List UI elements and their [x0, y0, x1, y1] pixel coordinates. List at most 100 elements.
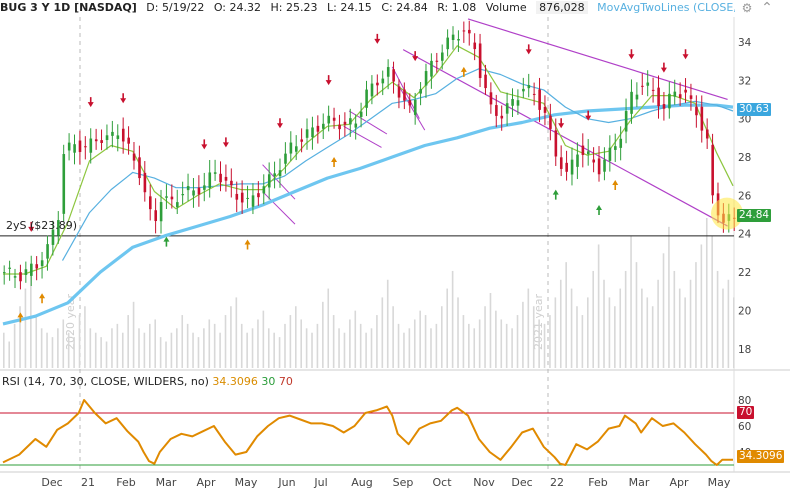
rsi-header[interactable]: RSI (14, 70, 30, CLOSE, WILDERS, no) 34.… [2, 375, 293, 389]
volume-bar [203, 328, 205, 368]
price-chart[interactable]: 2020 year2021 year1820222426283032344060… [0, 0, 790, 492]
ma-value-tag: 30.63 [737, 103, 772, 116]
volume-bar [527, 288, 530, 368]
x-axis-label: Nov [473, 476, 495, 489]
volume-bar [381, 297, 384, 368]
volume-bar [246, 332, 248, 368]
price-tick-label: 34 [738, 37, 752, 49]
candle-body [549, 115, 552, 129]
date-label: D: 5/19/22 [146, 1, 205, 14]
volume-bar [543, 323, 546, 368]
candle-body [181, 194, 185, 196]
volume-bar [689, 279, 692, 368]
volume-bar [538, 319, 540, 368]
range-label: R: 1.08 [437, 1, 477, 14]
price-value-tag: 24.84 [737, 209, 772, 222]
candle-body [538, 89, 541, 110]
candle-body [192, 190, 195, 196]
candle-body [257, 193, 260, 198]
volume-bar [316, 323, 319, 368]
candle-body [105, 135, 109, 140]
volume-bar [468, 323, 470, 368]
volume-bar [495, 310, 497, 368]
volume-label[interactable]: Volume [486, 1, 527, 14]
candle-body [597, 158, 601, 175]
x-axis-label: Oct [432, 476, 452, 489]
volume-bar [376, 315, 378, 368]
x-axis-label: May [708, 476, 731, 489]
volume-bar [332, 315, 335, 368]
volume-bar [224, 315, 227, 368]
volume-bar [500, 319, 503, 368]
candle-body [235, 193, 239, 200]
candle-body [646, 82, 650, 86]
volume-bar [657, 279, 659, 368]
symbol-label[interactable]: BUG 3 Y 1D [NASDAQ] [0, 1, 137, 14]
volume-bar [733, 297, 735, 368]
candle-body [641, 85, 644, 87]
volume-bar [684, 297, 686, 368]
candle-body [311, 127, 314, 138]
candle-body [430, 60, 433, 77]
volume-bar [262, 310, 265, 368]
candle-body [295, 146, 298, 152]
rsi-upper-tag: 70 [737, 406, 755, 419]
candle-body [446, 37, 450, 50]
candle-body [527, 85, 531, 89]
volume-bar [597, 244, 600, 368]
x-axis-label: Jun [277, 476, 295, 489]
x-axis-label: Aug [351, 476, 372, 489]
x-axis-label: Dec [41, 476, 62, 489]
volume-bar [678, 288, 681, 368]
candle-body [78, 140, 82, 153]
volume-bar [441, 306, 443, 368]
candle-body [451, 34, 455, 40]
volume-bar [89, 328, 92, 368]
volume-bar [354, 310, 357, 368]
candle-body [381, 78, 385, 84]
candle-body [408, 100, 412, 106]
settings-gear-icon[interactable]: ⚙ [740, 1, 754, 15]
candle-body [197, 187, 201, 195]
volume-bar [646, 297, 649, 368]
volume-bar [289, 315, 292, 368]
volume-bar [549, 315, 551, 368]
volume-bar [570, 288, 573, 368]
volume-bar [62, 319, 65, 368]
candle-body [365, 89, 368, 108]
volume-bar [565, 262, 567, 368]
candle-body [511, 99, 514, 106]
collapse-chevron-icon[interactable]: ⌃ [760, 1, 774, 15]
candle-body [289, 142, 293, 154]
x-axis-label: Feb [116, 476, 135, 489]
volume-bar [8, 341, 11, 368]
volume-bar [311, 332, 313, 368]
volume-bar [581, 315, 584, 368]
candle-body [230, 180, 233, 186]
ma-study-label[interactable]: MovAvgTwoLines (CLOSE, 50, 100, 0,... [597, 1, 735, 14]
volume-bar [662, 253, 665, 368]
volume-bar [624, 270, 627, 368]
candle-body [678, 94, 682, 98]
open-label: O: 24.32 [213, 1, 262, 14]
volume-bar [462, 315, 465, 368]
volume-bar [365, 332, 367, 368]
candle-body [587, 151, 590, 155]
volume-bar [478, 319, 481, 368]
volume-bar [705, 218, 708, 368]
candle-body [662, 104, 666, 109]
candle-body [267, 174, 271, 188]
volume-bar [78, 315, 81, 368]
candle-body [62, 154, 66, 214]
volume-bar [435, 323, 438, 368]
candle-body [284, 153, 287, 164]
volume-bar [127, 315, 129, 368]
volume-bar [111, 328, 113, 368]
volume-bar [603, 279, 605, 368]
x-axis-label: 22 [550, 476, 564, 489]
candle-body [624, 111, 628, 132]
candle-body [370, 83, 374, 97]
volume-bar [397, 323, 400, 368]
volume-bar [473, 328, 476, 368]
candle-body [657, 87, 660, 107]
